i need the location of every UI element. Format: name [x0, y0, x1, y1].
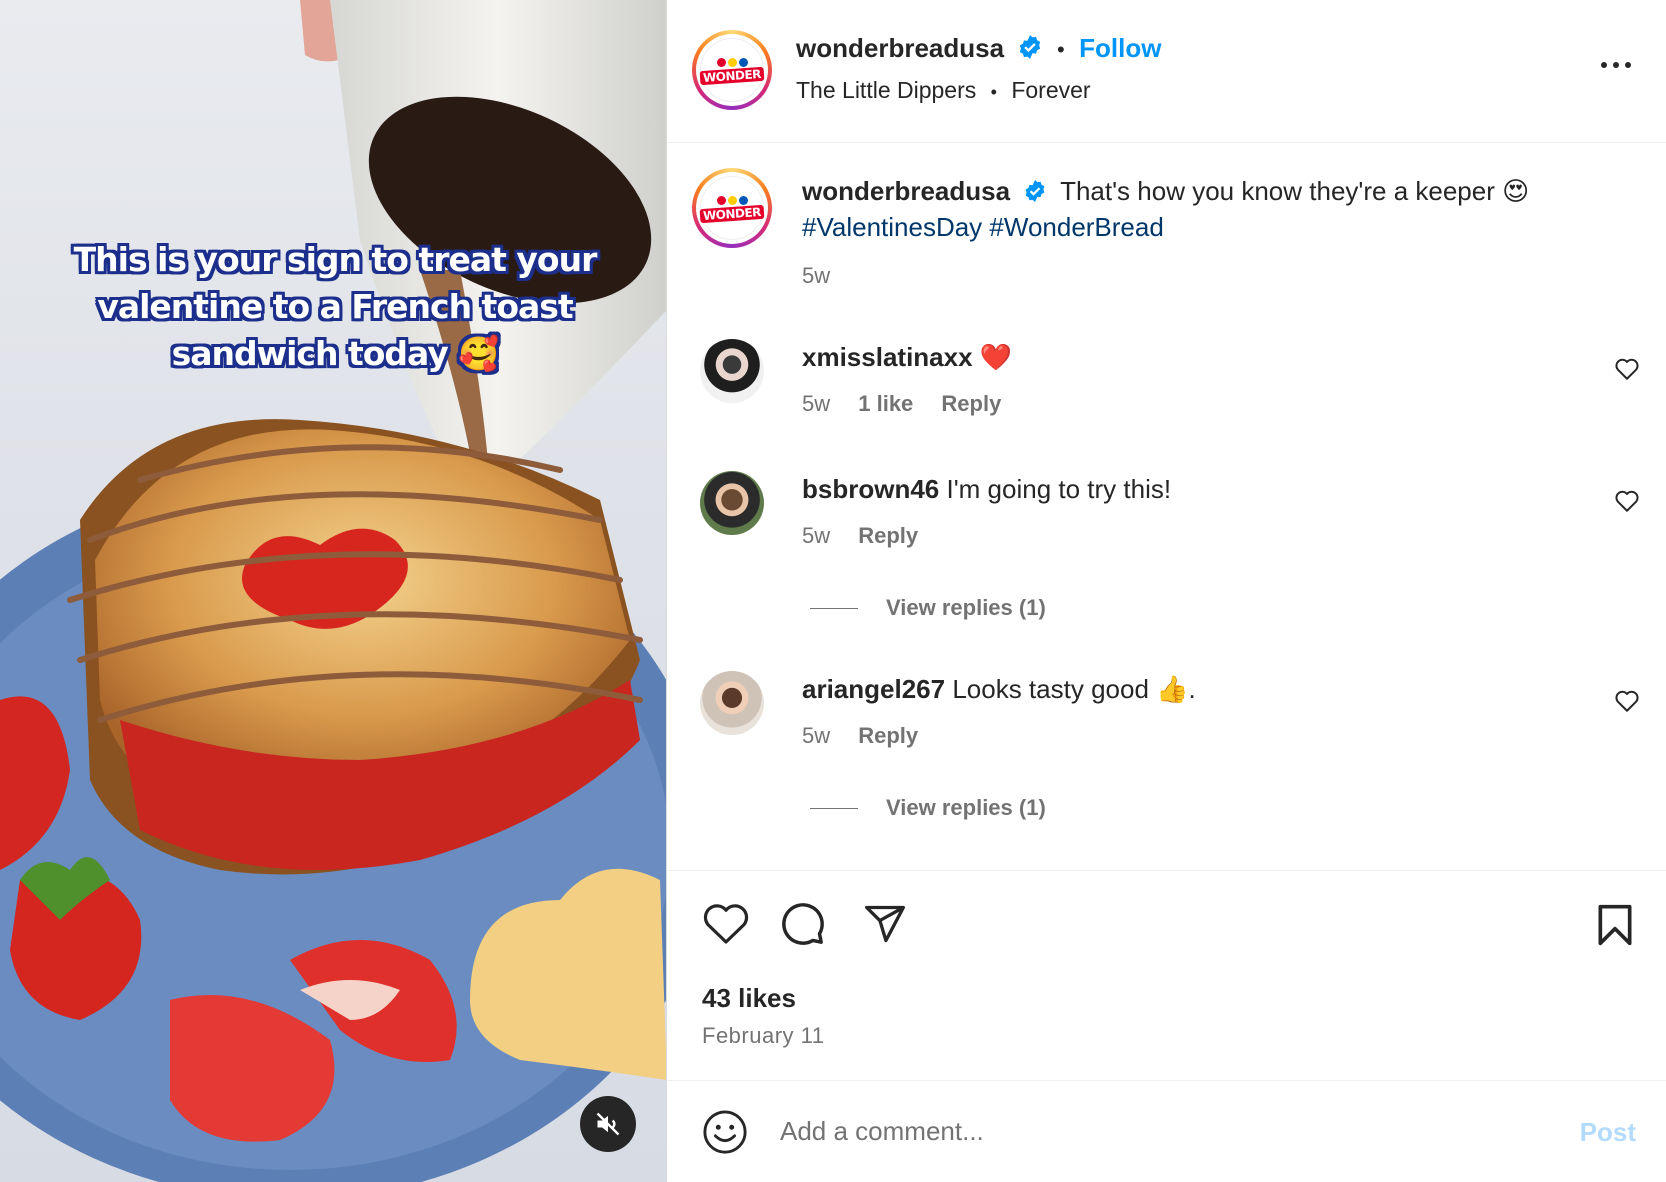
comment-text: I'm going to try this! — [946, 474, 1172, 504]
post-side-panel: WONDER wonderbreadusa • Follow The Littl… — [668, 0, 1666, 1182]
comment-text: ❤️ — [979, 342, 1013, 372]
author-avatar[interactable]: WONDER — [692, 30, 772, 110]
comment-input[interactable] — [780, 1111, 1480, 1151]
heart-icon[interactable] — [1614, 689, 1640, 713]
author-username[interactable]: wonderbreadusa — [796, 33, 1004, 63]
heart-icon[interactable] — [1614, 357, 1640, 381]
bookmark-icon[interactable] — [1596, 903, 1634, 947]
post-actions: 43 likes February 11 — [668, 870, 1666, 1080]
comment-username[interactable]: bsbrown46 — [802, 474, 939, 504]
emoji-icon[interactable] — [702, 1109, 748, 1155]
comment-username[interactable]: xmisslatinaxx — [802, 342, 973, 372]
mute-button[interactable] — [580, 1096, 636, 1152]
view-replies-button[interactable]: View replies (1) — [810, 595, 1046, 621]
caption-avatar[interactable]: WONDER — [692, 168, 772, 248]
view-replies-button[interactable]: View replies (1) — [810, 795, 1046, 821]
audio-song: Forever — [1011, 77, 1091, 103]
media-caption-overlay: This is your sign to treat your valentin… — [73, 240, 598, 373]
mute-icon — [596, 1112, 620, 1136]
comment-icon[interactable] — [780, 901, 826, 947]
heart-icon[interactable] — [1614, 489, 1640, 513]
more-options-icon[interactable] — [1600, 60, 1632, 70]
audio-track: The Little Dippers — [796, 77, 977, 103]
post-date[interactable]: February 11 — [702, 1023, 824, 1049]
comment-meta: 5w Reply — [802, 523, 919, 548]
post-caption: wonderbreadusa That's how you know they'… — [802, 173, 1622, 245]
comment-text: Looks tasty good 👍. — [952, 674, 1196, 704]
comment-meta: 5w Reply — [802, 723, 919, 748]
comment-likes[interactable]: 1 like — [858, 391, 913, 416]
wonder-logo-text: WONDER — [699, 66, 765, 85]
post-media[interactable]: This is your sign to treat your valentin… — [0, 0, 667, 1182]
caption-hashtags[interactable]: #ValentinesDay #WonderBread — [802, 212, 1164, 242]
reply-button[interactable]: Reply — [858, 523, 918, 548]
share-icon[interactable] — [862, 902, 908, 946]
like-heart-icon[interactable] — [702, 901, 750, 945]
caption-username[interactable]: wonderbreadusa — [802, 176, 1010, 206]
comments-list[interactable]: WONDER wonderbreadusa That's how you kno… — [668, 143, 1666, 870]
reply-button[interactable]: Reply — [941, 391, 1001, 416]
verified-icon — [1019, 35, 1040, 59]
reply-button[interactable]: Reply — [858, 723, 918, 748]
caption-text: That's how you know they're a keeper 😍 — [1060, 176, 1530, 206]
verified-icon — [1025, 180, 1045, 202]
audio-info[interactable]: The Little Dippers • Forever — [796, 77, 1091, 104]
comment-1: xmisslatinaxx ❤️ — [802, 339, 1012, 375]
add-comment-bar: Post — [668, 1080, 1666, 1182]
caption-age: 5w — [802, 263, 831, 288]
comment-username[interactable]: ariangel267 — [802, 674, 945, 704]
commenter-avatar[interactable] — [700, 339, 764, 403]
comment-meta: 5w 1 like Reply — [802, 391, 1002, 416]
follow-button[interactable]: Follow — [1079, 33, 1161, 63]
comment-2: bsbrown46 I'm going to try this! — [802, 471, 1171, 507]
french-toast-photo — [0, 0, 666, 1182]
post-header: WONDER wonderbreadusa • Follow The Littl… — [668, 0, 1666, 143]
like-count[interactable]: 43 likes — [702, 983, 796, 1014]
post-button[interactable]: Post — [1580, 1117, 1636, 1148]
commenter-avatar[interactable] — [700, 671, 764, 735]
commenter-avatar[interactable] — [700, 471, 764, 535]
comment-3: ariangel267 Looks tasty good 👍. — [802, 671, 1196, 707]
